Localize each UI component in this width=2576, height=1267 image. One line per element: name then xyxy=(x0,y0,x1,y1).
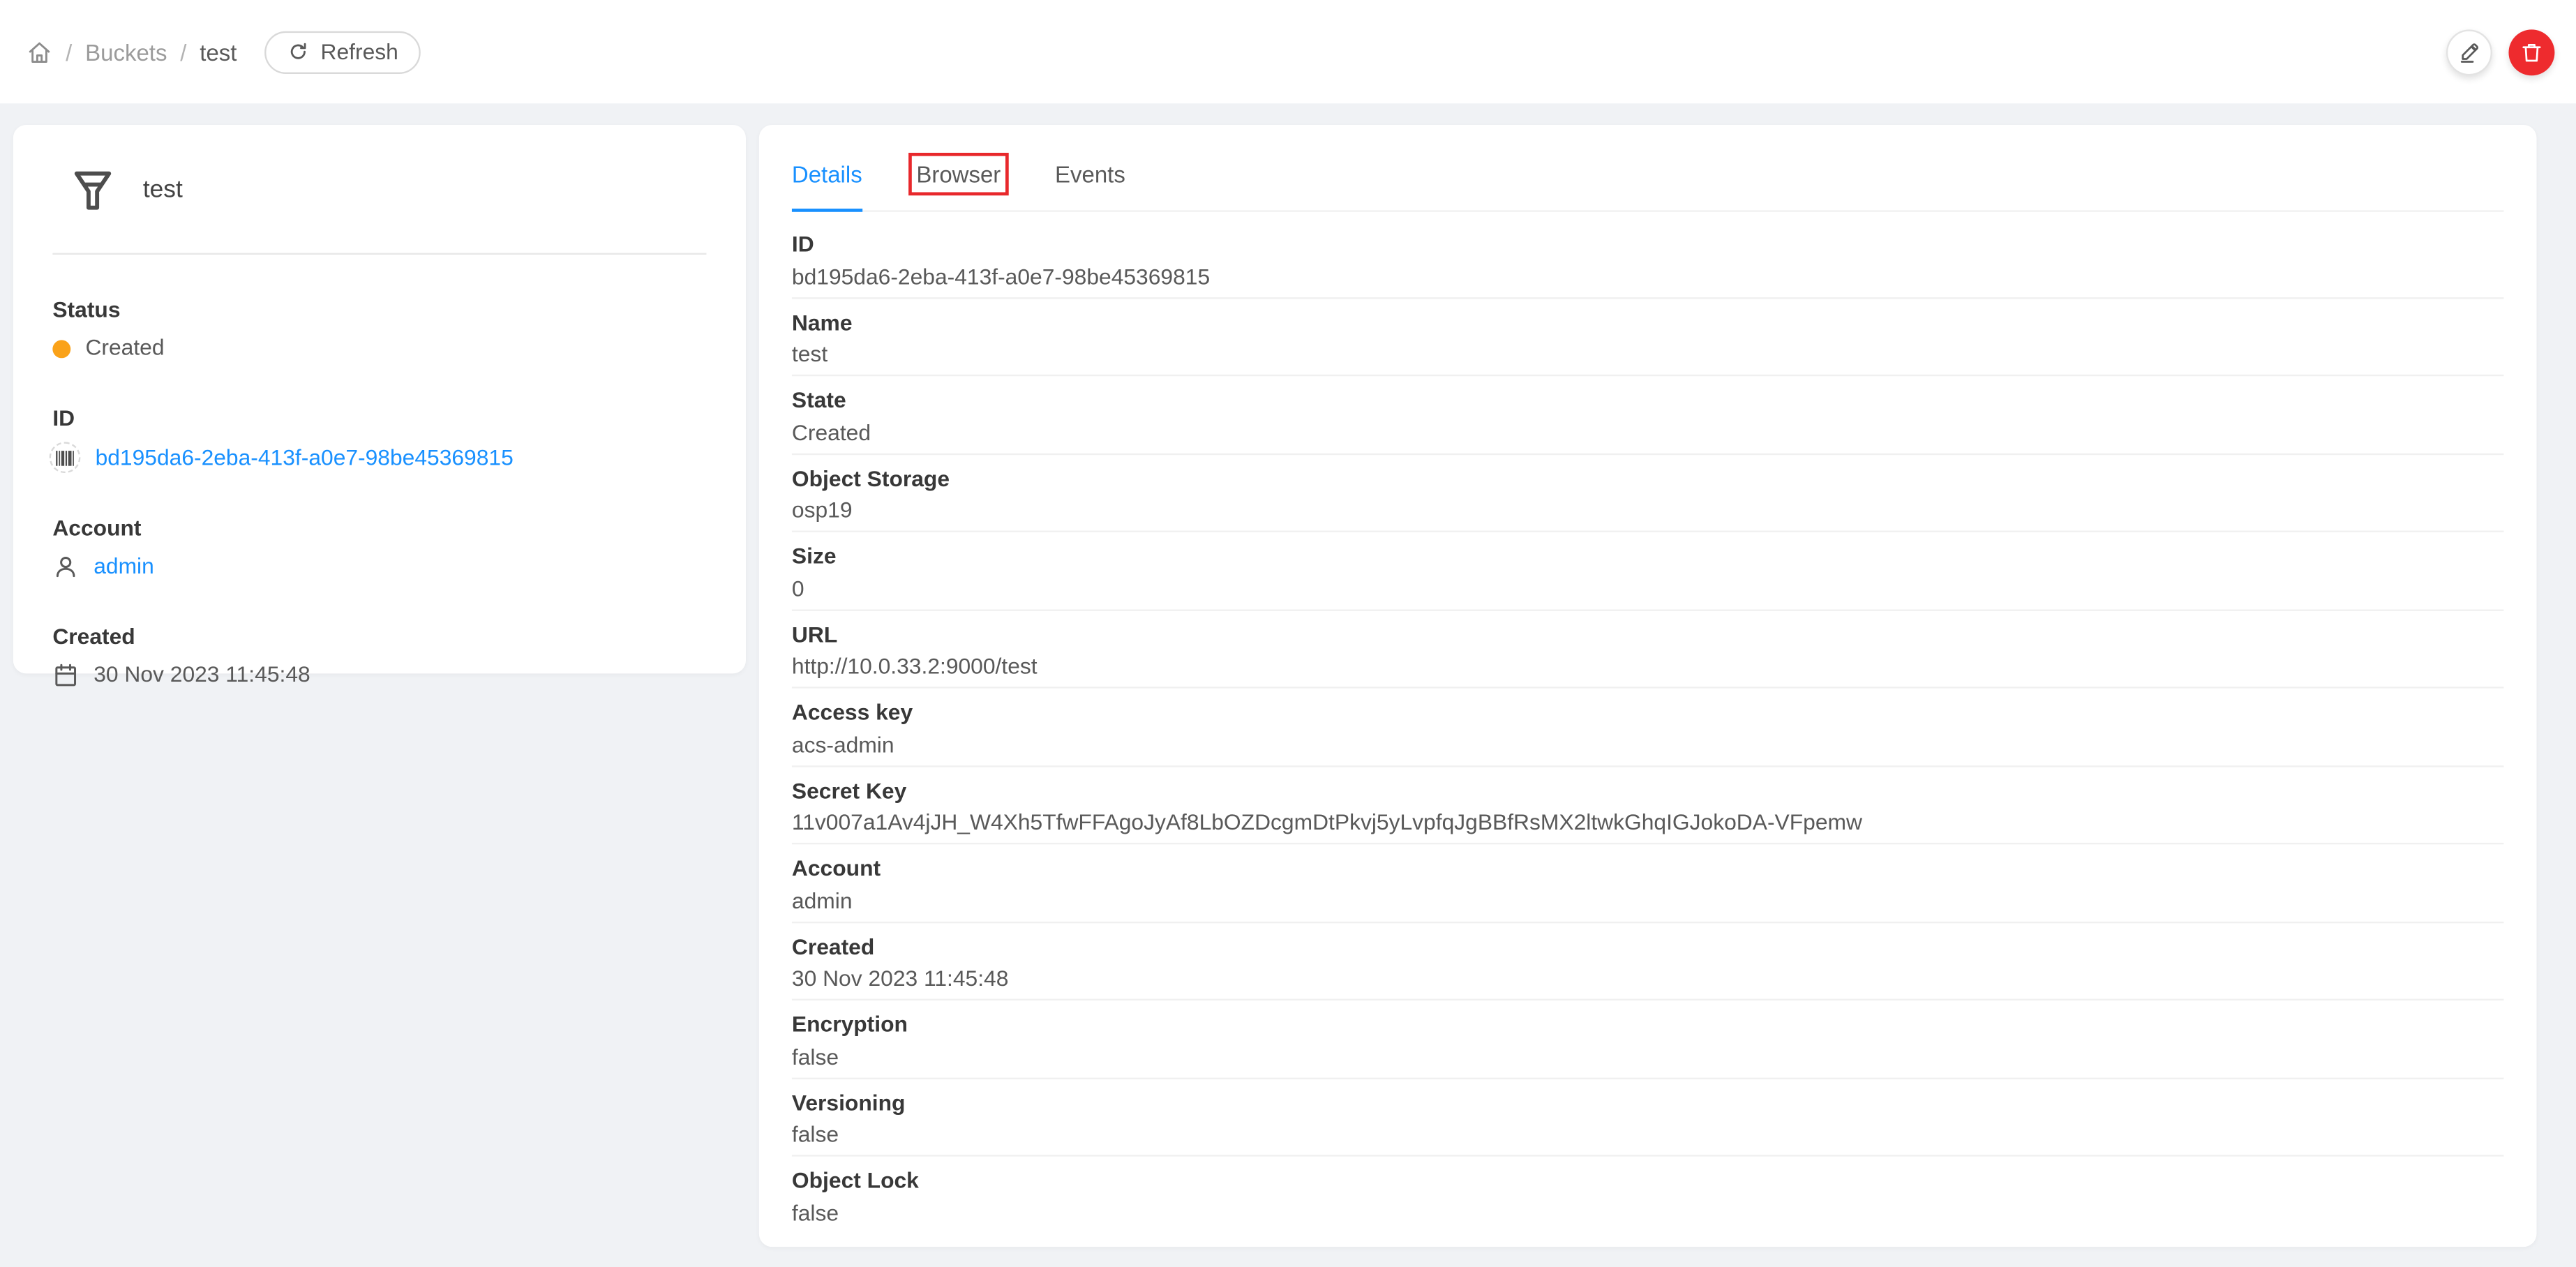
resource-header: test xyxy=(13,125,746,212)
detail-row-url: URL http://10.0.33.2:9000/test xyxy=(791,610,2504,689)
field-label: ID xyxy=(52,405,75,430)
user-icon xyxy=(52,554,79,580)
header-bar: / Buckets / test Refresh xyxy=(0,0,2576,104)
bucket-funnel-icon xyxy=(73,167,114,212)
detail-row-object-storage: Object Storage osp19 xyxy=(791,454,2504,532)
detail-row-access-key: Access key acs-admin xyxy=(791,689,2504,767)
detail-row-encryption: Encryption false xyxy=(791,1000,2504,1079)
account-link[interactable]: admin xyxy=(93,552,154,581)
breadcrumb-current: test xyxy=(200,38,237,66)
detail-row-object-lock: Object Lock false xyxy=(791,1168,919,1225)
created-field: Created 30 Nov 2023 11:45:48 xyxy=(13,622,746,690)
breadcrumb-separator: / xyxy=(180,38,187,66)
field-label: Account xyxy=(52,516,142,541)
delete-button[interactable] xyxy=(2508,29,2555,75)
detail-row-name: Name test xyxy=(791,298,2504,377)
barcode-icon[interactable] xyxy=(49,442,81,474)
detail-row-id: ID bd195da6-2eba-413f-a0e7-98be45369815 xyxy=(791,220,2504,299)
content-area: test Status Created ID bd195da6-2eba-413… xyxy=(0,103,2576,1267)
divider xyxy=(52,253,707,255)
detail-row-secret-key: Secret Key 11v007a1Av4jJH_W4Xh5TfwFFAgoJ… xyxy=(791,766,2504,845)
resource-title: test xyxy=(142,175,183,204)
breadcrumb: / Buckets / test Refresh xyxy=(27,30,421,73)
tab-browser[interactable]: Browser xyxy=(908,147,1010,211)
detail-card: Details Browser Events ID bd195da6-2eba-… xyxy=(758,124,2537,1247)
resource-info-card: test Status Created ID bd195da6-2eba-413… xyxy=(13,124,746,687)
edit-button[interactable] xyxy=(2446,29,2492,75)
tab-bar: Details Browser Events xyxy=(791,125,2504,212)
breadcrumb-buckets[interactable]: Buckets xyxy=(85,38,167,65)
home-icon[interactable] xyxy=(27,38,53,65)
detail-row-state: State Created xyxy=(791,376,2504,455)
refresh-label: Refresh xyxy=(320,39,398,64)
field-label: Status xyxy=(52,297,121,322)
detail-row-created: Created 30 Nov 2023 11:45:48 xyxy=(791,922,2504,1000)
status-field: Status Created xyxy=(13,296,746,363)
detail-row-account: Account admin xyxy=(791,844,2504,923)
status-dot xyxy=(52,339,71,358)
refresh-button[interactable]: Refresh xyxy=(264,30,421,73)
tab-events[interactable]: Events xyxy=(1055,147,1125,211)
id-field: ID bd195da6-2eba-413f-a0e7-98be45369815 xyxy=(13,404,746,474)
details-list: ID bd195da6-2eba-413f-a0e7-98be45369815 … xyxy=(791,212,2504,1233)
field-label: Created xyxy=(52,624,135,650)
reload-icon xyxy=(287,41,309,63)
pencil-icon xyxy=(2457,40,2480,63)
header-actions xyxy=(2446,29,2555,75)
app-root: / Buckets / test Refresh test Status Cre… xyxy=(0,0,2576,1267)
status-value: Created xyxy=(85,335,165,360)
trash-icon xyxy=(2520,40,2543,63)
tab-details[interactable]: Details xyxy=(791,147,862,212)
detail-row-versioning: Versioning false xyxy=(791,1079,2504,1157)
calendar-icon xyxy=(52,662,79,689)
resource-id-link[interactable]: bd195da6-2eba-413f-a0e7-98be45369815 xyxy=(96,443,514,472)
account-field: Account admin xyxy=(13,514,746,582)
breadcrumb-separator: / xyxy=(66,38,73,66)
detail-row-size: Size 0 xyxy=(791,532,2504,610)
created-value: 30 Nov 2023 11:45:48 xyxy=(93,661,310,687)
